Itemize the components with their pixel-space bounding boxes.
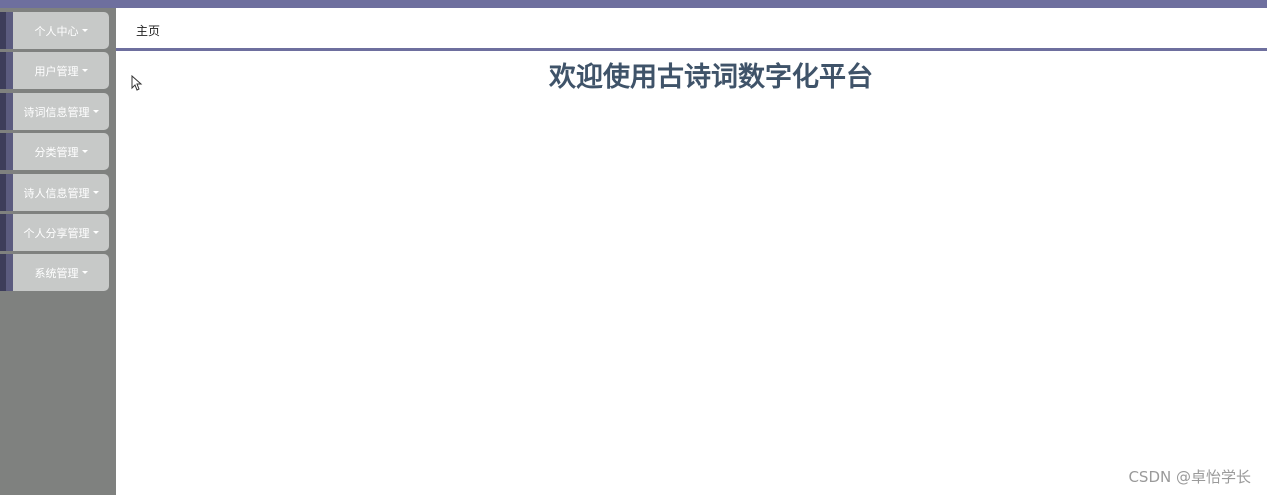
sidebar-item-accent <box>0 214 13 251</box>
sidebar-item-poet-management[interactable]: 诗人信息管理 <box>0 174 109 211</box>
sidebar-item-system-management[interactable]: 系统管理 <box>0 254 109 291</box>
main-content: 欢迎使用古诗词数字化平台 <box>116 51 1267 495</box>
breadcrumb: 主页 <box>116 8 1267 49</box>
sidebar-item-button[interactable]: 个人中心 <box>13 12 109 49</box>
sidebar-item-user-management[interactable]: 用户管理 <box>0 52 109 89</box>
sidebar-item-label: 个人分享管理 <box>23 226 90 240</box>
sidebar-item-button[interactable]: 系统管理 <box>13 254 109 291</box>
sidebar-item-label: 诗人信息管理 <box>23 186 90 200</box>
sidebar-item-label: 个人中心 <box>34 24 79 38</box>
breadcrumb-home-link[interactable]: 主页 <box>136 22 160 39</box>
sidebar-item-button[interactable]: 分类管理 <box>13 133 109 170</box>
chevron-down-icon <box>81 69 88 72</box>
chevron-down-icon <box>92 110 99 113</box>
chevron-down-icon <box>81 271 88 274</box>
sidebar-item-label: 分类管理 <box>34 145 79 159</box>
sidebar-item-button[interactable]: 用户管理 <box>13 52 109 89</box>
chevron-down-icon <box>81 29 88 32</box>
page-title: 欢迎使用古诗词数字化平台 <box>549 62 873 93</box>
sidebar-item-button[interactable]: 个人分享管理 <box>13 214 109 251</box>
sidebar-item-category-management[interactable]: 分类管理 <box>0 133 109 170</box>
sidebar-item-accent <box>0 93 13 130</box>
sidebar-item-label: 用户管理 <box>34 64 79 78</box>
sidebar-item-accent <box>0 254 13 291</box>
chevron-down-icon <box>92 191 99 194</box>
chevron-down-icon <box>81 150 88 153</box>
sidebar: 个人中心 用户管理 诗词信息管理 分类管理 诗人信息管理 个人分享管理 系统管理 <box>0 8 116 495</box>
sidebar-item-accent <box>0 12 13 49</box>
watermark: CSDN @卓怡学长 <box>1128 468 1251 486</box>
sidebar-item-accent <box>0 133 13 170</box>
sidebar-item-personal-center[interactable]: 个人中心 <box>0 12 109 49</box>
sidebar-item-share-management[interactable]: 个人分享管理 <box>0 214 109 251</box>
chevron-down-icon <box>92 231 99 234</box>
sidebar-item-label: 诗词信息管理 <box>23 105 90 119</box>
sidebar-item-accent <box>0 52 13 89</box>
mouse-cursor-icon <box>131 75 143 91</box>
top-header-bar <box>0 0 1267 8</box>
sidebar-item-button[interactable]: 诗词信息管理 <box>13 93 109 130</box>
sidebar-item-accent <box>0 174 13 211</box>
sidebar-item-poem-management[interactable]: 诗词信息管理 <box>0 93 109 130</box>
sidebar-item-label: 系统管理 <box>34 266 79 280</box>
sidebar-item-button[interactable]: 诗人信息管理 <box>13 174 109 211</box>
